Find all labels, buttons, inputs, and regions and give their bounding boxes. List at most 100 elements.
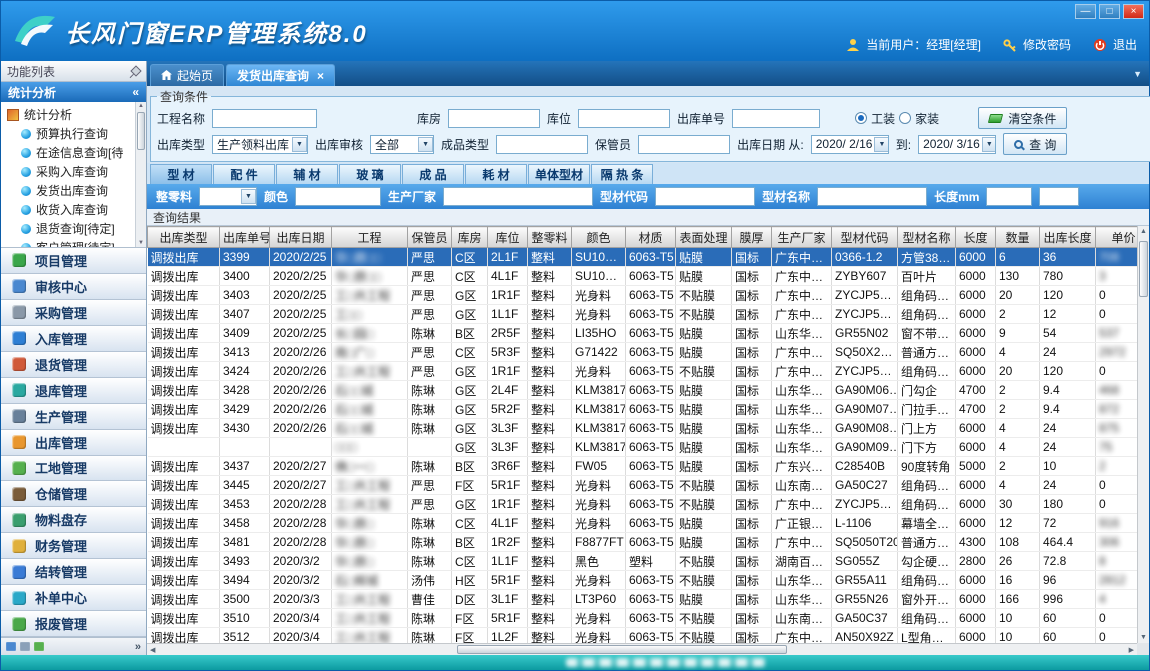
column-header[interactable]: 型材名称 [898,227,956,248]
table-row[interactable]: 调拨出库34582020/2/28华□原□陈琳C区4L1F整料光身料6063-T… [148,514,1150,533]
whole-material-select[interactable]: 全部 ▼ [199,187,257,206]
profile-code-input[interactable] [655,187,755,206]
sidebar-menu-item[interactable]: 入库管理 [1,326,146,352]
footer-expand-icon[interactable]: » [135,641,141,653]
column-header[interactable]: 保管员 [408,227,452,248]
clear-conditions-button[interactable]: 清空条件 [978,107,1067,129]
length-min-input[interactable] [986,187,1032,206]
tree-item[interactable]: 采购入库查询 [1,162,146,181]
sidebar-menu-item[interactable]: 项目管理 [1,248,146,274]
table-row[interactable]: 调拨出库34092020/2/25长□园□陈琳B区2R5F整料LI35HO606… [148,324,1150,343]
tree-root-statistics[interactable]: 统计分析 [1,105,146,124]
change-password-link[interactable]: 修改密码 [1023,36,1071,53]
sidebar-menu-item[interactable]: 仓储管理 [1,481,146,507]
length-max-input[interactable] [1039,187,1079,206]
sidebar-menu-item[interactable]: 退货管理 [1,352,146,378]
table-row[interactable]: 调拨出库34292020/2/26石□□城陈琳G区5R2F整料KLM381760… [148,400,1150,419]
material-tab[interactable]: 单体型材 [528,164,590,184]
column-header[interactable]: 出库单号 [220,227,270,248]
document-tab[interactable]: 起始页 [150,64,224,86]
column-header[interactable]: 出库长度 [1040,227,1096,248]
date-from-select[interactable]: 2020/ 2/16 ▼ [811,135,889,154]
table-row[interactable]: 调拨出库34942020/3/2石□辉城汤伟H区5R1F整料光身料6063-T5… [148,571,1150,590]
table-row[interactable]: 调拨出库34032020/2/25工□共工程严思G区1R1F整料光身料6063-… [148,286,1150,305]
material-tab[interactable]: 耗 材 [465,164,527,184]
tree-scroll-up-icon[interactable]: ▲ [138,103,144,109]
table-row[interactable]: 调拨出库35002020/3/3工□共工程曹佳D区3L1F整料LT3P60606… [148,590,1150,609]
column-header[interactable]: 膜厚 [732,227,772,248]
horizontal-scroll-thumb[interactable] [457,645,787,654]
sidebar-menu-item[interactable]: 报废管理 [1,611,146,637]
keeper-input[interactable] [638,135,730,154]
table-row[interactable]: 调拨出库34812020/2/28华□原□陈琳B区1R2F整料F8877FT60… [148,533,1150,552]
sidebar-menu-item[interactable]: 退库管理 [1,378,146,404]
table-row[interactable]: 调拨出库34002020/2/25华□原□□严思C区4L1F整料SU10…606… [148,267,1150,286]
tree-scroll-down-icon[interactable]: ▼ [138,240,144,246]
close-button[interactable]: × [1123,4,1144,19]
table-row[interactable]: 调拨出库34372020/2/27佛□一□陈琳B区3R6F整料FW056063-… [148,457,1150,476]
document-tab[interactable]: 发货出库查询× [226,64,335,86]
tree-item[interactable]: 退货查询[待定] [1,219,146,238]
sidebar-menu-item[interactable]: 财务管理 [1,533,146,559]
column-header[interactable]: 表面处理 [676,227,732,248]
sidebar-menu-item[interactable]: 补单中心 [1,585,146,611]
radio-gongzhuang-label[interactable]: 工装 [871,110,895,127]
profile-name-input[interactable] [817,187,927,206]
tree-item[interactable]: 在途信息查询[待 [1,143,146,162]
manufacturer-input[interactable] [443,187,593,206]
pin-icon[interactable] [130,65,141,76]
sidebar-menu-item[interactable]: 采购管理 [1,300,146,326]
sidebar-menu-item[interactable]: 出库管理 [1,430,146,456]
material-tab[interactable]: 辅 材 [276,164,338,184]
tree-item[interactable]: 收货入库查询 [1,200,146,219]
tree-item[interactable]: 客户管理[待定] [1,238,146,248]
sidebar-menu-item[interactable]: 工地管理 [1,456,146,482]
table-row[interactable]: 调拨出库34452020/2/27工□共工程严思F区5R1F整料光身料6063-… [148,476,1150,495]
horizontal-scrollbar[interactable]: ◀ ▶ [147,643,1137,655]
radio-gongzhuang[interactable] [855,112,867,124]
column-header[interactable]: 出库日期 [270,227,332,248]
vertical-scrollbar[interactable]: ▲ ▼ [1137,226,1149,643]
column-header[interactable]: 出库类型 [148,227,220,248]
sidebar-menu-item[interactable]: 结转管理 [1,559,146,585]
warehouse-input[interactable] [448,109,540,128]
table-row[interactable]: 调拨出库34242020/2/26工□共工程严思G区1R1F整料光身料6063-… [148,362,1150,381]
table-row[interactable]: 调拨出库35102020/3/4工□共工程陈琳F区5R1F整料光身料6063-T… [148,609,1150,628]
material-tab[interactable]: 配 件 [213,164,275,184]
footer-panel-icon-2[interactable] [20,642,30,651]
order-no-input[interactable] [732,109,820,128]
scroll-left-icon[interactable]: ◀ [150,646,155,654]
table-row[interactable]: 调拨出库33992020/2/25华□原□□严思C区2L1F整料SU10…606… [148,248,1150,267]
sidebar-menu-item[interactable]: 生产管理 [1,404,146,430]
project-name-input[interactable] [212,109,317,128]
color-input[interactable] [295,187,381,206]
table-row[interactable]: 调拨出库34302020/2/26石□□城陈琳G区3L3F整料KLM381760… [148,419,1150,438]
scroll-down-icon[interactable]: ▼ [1140,634,1147,641]
footer-panel-icon-3[interactable] [34,642,44,651]
vertical-scroll-thumb[interactable] [1139,241,1148,297]
table-row[interactable]: □□□G区3L3F整料KLM38176063-T5贴膜国标山东华…GA90M09… [148,438,1150,457]
tree-item[interactable]: 预算执行查询 [1,124,146,143]
scroll-right-icon[interactable]: ▶ [1129,646,1134,654]
column-header[interactable]: 工程 [332,227,408,248]
maximize-button[interactable]: □ [1099,4,1120,19]
location-input[interactable] [578,109,670,128]
tree-item[interactable]: 发货出库查询 [1,181,146,200]
minimize-button[interactable]: — [1075,4,1096,19]
date-to-select[interactable]: 2020/ 3/16 ▼ [918,135,996,154]
tree-scroll-thumb[interactable] [137,112,145,150]
column-header[interactable]: 库房 [452,227,488,248]
section-header-statistics[interactable]: 统计分析 « [1,82,146,102]
table-row[interactable]: 调拨出库34282020/2/26石□□城陈琳G区2L4F整料KLM381760… [148,381,1150,400]
sidebar-menu-item[interactable]: 物料盘存 [1,507,146,533]
product-type-input[interactable] [496,135,588,154]
column-header[interactable]: 长度 [956,227,996,248]
column-header[interactable]: 型材代码 [832,227,898,248]
material-tab[interactable]: 型 材 [150,164,212,184]
column-header[interactable]: 整零料 [528,227,572,248]
footer-panel-icon-1[interactable] [6,642,16,651]
material-tab[interactable]: 隔 热 条 [591,164,653,184]
table-row[interactable]: 调拨出库34932020/3/2华□原□陈琳C区1L1F整料黑色塑料不贴膜国标湖… [148,552,1150,571]
outbound-type-select[interactable]: 生产领料出库 ▼ [212,135,308,154]
column-header[interactable]: 材质 [626,227,676,248]
